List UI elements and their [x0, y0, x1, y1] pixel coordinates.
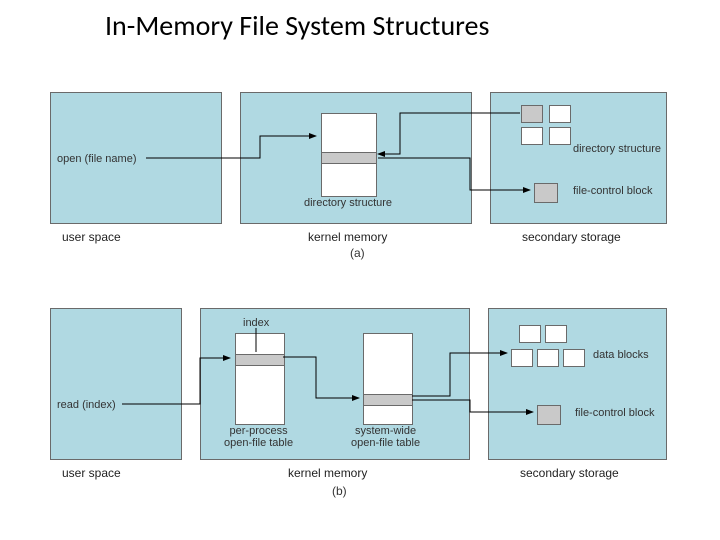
label-index: index [243, 317, 269, 329]
block-dir-a-1 [521, 105, 543, 123]
block-data-b-5 [563, 349, 585, 367]
panel-secondary-storage-a: directory structure file-control block [490, 92, 667, 224]
table-system-wide [363, 333, 413, 425]
label-directory-structure-storage-a: directory structure [573, 143, 661, 155]
block-dir-a-3 [521, 127, 543, 145]
region-user-space-b: user space [62, 466, 121, 480]
region-secondary-storage-a: secondary storage [522, 230, 621, 244]
page-title: In-Memory File System Structures [105, 8, 489, 43]
region-kernel-memory-b: kernel memory [288, 466, 367, 480]
figure-label-b: (b) [332, 484, 347, 498]
diagram-a: open (file name) user space directory st… [50, 92, 670, 267]
region-user-space-a: user space [62, 230, 121, 244]
call-open-label: open (file name) [57, 153, 137, 165]
table-row [236, 354, 284, 366]
block-dir-a-4 [549, 127, 571, 145]
table-label-directory-structure-a: directory structure [304, 197, 392, 209]
region-secondary-storage-b: secondary storage [520, 466, 619, 480]
block-fcb-a [534, 183, 558, 203]
panel-user-space-b: read (index) [50, 308, 182, 460]
table-row [322, 152, 376, 164]
region-kernel-memory-a: kernel memory [308, 230, 387, 244]
diagram-b: read (index) user space index per-proces… [50, 308, 670, 508]
panel-user-space-a: open (file name) [50, 92, 222, 224]
table-row [364, 394, 412, 406]
table-per-process [235, 333, 285, 425]
table-directory-structure-a [321, 113, 377, 197]
block-data-b-4 [537, 349, 559, 367]
label-data-blocks: data blocks [593, 349, 649, 361]
table-label-per-process: per-process open-file table [224, 425, 293, 449]
block-data-b-2 [545, 325, 567, 343]
block-data-b-1 [519, 325, 541, 343]
table-label-system-wide: system-wide open-file table [351, 425, 420, 449]
panel-kernel-memory-a: directory structure [240, 92, 472, 224]
block-dir-a-2 [549, 105, 571, 123]
panel-secondary-storage-b: data blocks file-control block [488, 308, 667, 460]
figure-label-a: (a) [350, 246, 365, 260]
call-read-label: read (index) [57, 399, 116, 411]
label-fcb-a: file-control block [573, 185, 652, 197]
label-fcb-b: file-control block [575, 407, 654, 419]
block-data-b-3 [511, 349, 533, 367]
panel-kernel-memory-b: index per-process open-file table system… [200, 308, 470, 460]
block-fcb-b [537, 405, 561, 425]
